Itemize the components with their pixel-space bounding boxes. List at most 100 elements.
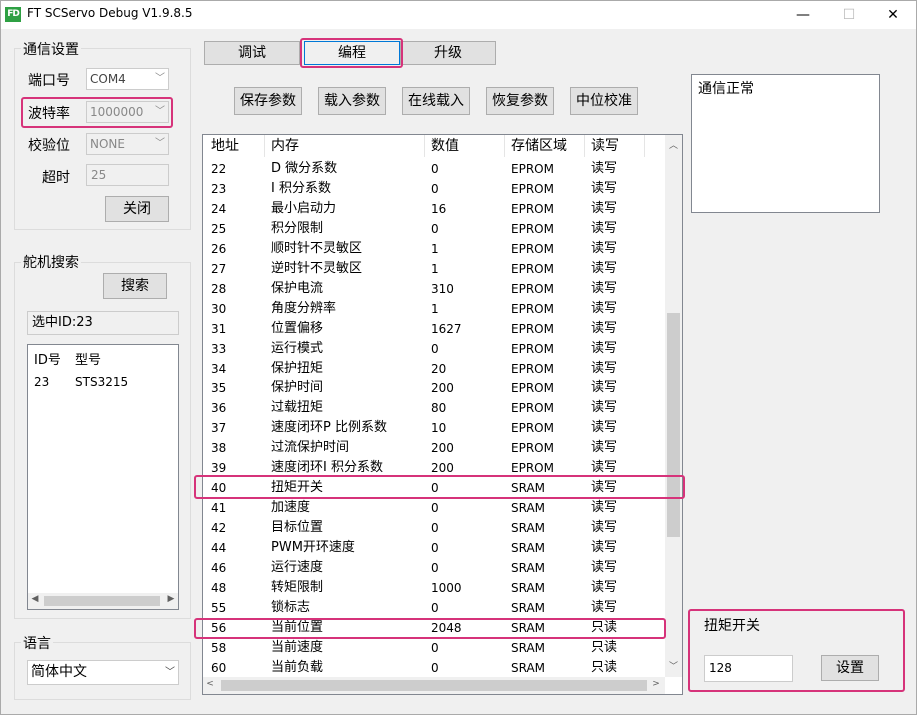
- servo-list-hscrollbar[interactable]: ◀ ▶: [28, 593, 178, 609]
- port-select[interactable]: COM4 ﹀: [86, 68, 169, 90]
- tab-upgrade[interactable]: 升级: [400, 41, 496, 65]
- table-row[interactable]: 46 运行速度 0 SRAM 读写: [203, 558, 666, 578]
- table-body: 22 D 微分系数 0 EPROM 读写 23 I 积分系数 0 EPROM 读写 24 最小启动力 1…: [203, 159, 666, 679]
- list-item-model[interactable]: STS3215: [75, 375, 128, 389]
- timeout-input[interactable]: 25: [86, 164, 169, 186]
- table-row[interactable]: 25 积分限制 0 EPROM 读写: [203, 219, 666, 239]
- table-row[interactable]: 28 保护电流 310 EPROM 读写: [203, 279, 666, 299]
- cell-value: 310: [431, 281, 454, 296]
- scroll-left-icon[interactable]: <: [203, 679, 217, 689]
- list-item-id[interactable]: 23: [34, 375, 49, 389]
- cell-rw: 读写: [591, 260, 618, 276]
- save-params-button[interactable]: 保存参数: [234, 87, 302, 115]
- parity-select[interactable]: NONE ﹀: [86, 133, 169, 155]
- table-row[interactable]: 35 保护时间 200 EPROM 读写: [203, 378, 666, 398]
- header-area[interactable]: 存储区域: [511, 135, 567, 157]
- table-vscrollbar[interactable]: ︿ ﹀: [665, 135, 682, 677]
- table-row[interactable]: 34 保护扭矩 20 EPROM 读写: [203, 359, 666, 379]
- servo-search-label: 舵机搜索: [21, 252, 81, 272]
- table-row[interactable]: 60 当前负载 0 SRAM 只读: [203, 658, 666, 678]
- parity-label: 校验位: [28, 138, 70, 154]
- header-addr[interactable]: 地址: [211, 135, 239, 157]
- language-value: 简体中文: [31, 664, 87, 680]
- scroll-thumb[interactable]: [221, 680, 647, 691]
- table-row[interactable]: 48 转矩限制 1000 SRAM 读写: [203, 578, 666, 598]
- cell-value: 0: [431, 600, 439, 615]
- scroll-right-icon[interactable]: ▶: [164, 594, 178, 604]
- cell-mem: 过载扭矩: [271, 400, 324, 416]
- table-row[interactable]: 38 过流保护时间 200 EPROM 读写: [203, 438, 666, 458]
- status-text: 通信正常: [698, 81, 754, 97]
- scroll-thumb[interactable]: [667, 313, 680, 537]
- chevron-down-icon: ﹀: [155, 73, 165, 84]
- cell-addr: 35: [211, 381, 227, 396]
- online-load-button[interactable]: 在线载入: [402, 87, 470, 115]
- scroll-right-icon[interactable]: >: [649, 679, 663, 689]
- cell-value: 0: [431, 541, 439, 556]
- cell-value: 0: [431, 181, 439, 196]
- table-row[interactable]: 22 D 微分系数 0 EPROM 读写: [203, 159, 666, 179]
- memory-table[interactable]: 地址 内存 数值 存储区域 读写 22 D 微分系数 0 EPROM 读写 23 I 积分系…: [202, 134, 683, 695]
- cell-area: SRAM: [511, 600, 546, 615]
- cell-rw: 只读: [591, 639, 618, 655]
- table-row[interactable]: 37 速度闭环P 比例系数 10 EPROM 读写: [203, 418, 666, 438]
- timeout-label: 超时: [42, 170, 70, 186]
- maximize-button[interactable]: ☐: [826, 1, 872, 29]
- table-row[interactable]: 41 加速度 0 SRAM 读写: [203, 498, 666, 518]
- cell-addr: 33: [211, 341, 227, 356]
- header-rw[interactable]: 读写: [591, 135, 619, 157]
- cell-mem: 保护电流: [271, 280, 324, 296]
- tab-debug[interactable]: 调试: [204, 41, 300, 65]
- cell-addr: 34: [211, 361, 227, 376]
- header-value[interactable]: 数值: [431, 135, 459, 157]
- column-divider: [584, 135, 585, 157]
- cell-rw: 只读: [591, 659, 618, 675]
- language-select[interactable]: 简体中文 ﹀: [27, 660, 179, 685]
- scroll-left-icon[interactable]: ◀: [28, 594, 42, 604]
- table-row[interactable]: 27 逆时针不灵敏区 1 EPROM 读写: [203, 259, 666, 279]
- torque-set-button[interactable]: 设置: [821, 655, 879, 681]
- cell-value: 0: [431, 162, 439, 176]
- table-row[interactable]: 24 最小启动力 16 EPROM 读写: [203, 199, 666, 219]
- search-button[interactable]: 搜索: [103, 273, 167, 299]
- cell-value: 1627: [431, 321, 462, 336]
- cell-rw: 读写: [591, 320, 618, 336]
- cell-rw: 读写: [591, 360, 618, 376]
- restore-params-button[interactable]: 恢复参数: [486, 87, 554, 115]
- table-row[interactable]: 33 运行模式 0 EPROM 读写: [203, 339, 666, 359]
- scroll-up-icon[interactable]: ︿: [665, 138, 682, 151]
- load-params-button[interactable]: 载入参数: [318, 87, 386, 115]
- scroll-thumb[interactable]: [44, 596, 160, 606]
- cell-value: 0: [431, 521, 439, 536]
- table-row[interactable]: 44 PWM开环速度 0 SRAM 读写: [203, 538, 666, 558]
- col-id-header: ID号: [34, 353, 61, 368]
- table-hscrollbar[interactable]: < >: [203, 677, 665, 694]
- close-window-button[interactable]: ✕: [870, 1, 916, 29]
- table-row[interactable]: 58 当前速度 0 SRAM 只读: [203, 638, 666, 658]
- table-row[interactable]: 30 角度分辨率 1 EPROM 读写: [203, 299, 666, 319]
- tab-program-highlight: [300, 38, 403, 68]
- cell-rw: 读写: [591, 440, 618, 456]
- cell-rw: 读写: [591, 500, 618, 516]
- window-title: FT SCServo Debug V1.9.8.5: [27, 6, 193, 20]
- table-row[interactable]: 36 过载扭矩 80 EPROM 读写: [203, 398, 666, 418]
- torque-value-input[interactable]: 128: [704, 655, 793, 682]
- scroll-down-icon[interactable]: ﹀: [665, 659, 682, 672]
- table-row[interactable]: 55 锁标志 0 SRAM 读写: [203, 598, 666, 618]
- servo-list[interactable]: ID号 型号 23 STS3215 ◀ ▶: [27, 344, 179, 610]
- header-mem[interactable]: 内存: [271, 135, 299, 157]
- table-row[interactable]: 42 目标位置 0 SRAM 读写: [203, 518, 666, 538]
- table-row[interactable]: 26 顺时针不灵敏区 1 EPROM 读写: [203, 239, 666, 259]
- column-divider: [264, 135, 265, 157]
- center-calibrate-button[interactable]: 中位校准: [570, 87, 638, 115]
- cell-value: 0: [431, 660, 439, 675]
- cell-addr: 48: [211, 580, 227, 595]
- close-port-button[interactable]: 关闭: [105, 196, 169, 222]
- cell-addr: 26: [211, 241, 227, 256]
- cell-addr: 25: [211, 221, 227, 236]
- app-window: FD FT SCServo Debug V1.9.8.5 — ☐ ✕ 通信设置 …: [0, 0, 917, 715]
- table-row[interactable]: 23 I 积分系数 0 EPROM 读写: [203, 179, 666, 199]
- table-row[interactable]: 31 位置偏移 1627 EPROM 读写: [203, 319, 666, 339]
- minimize-button[interactable]: —: [780, 1, 826, 29]
- chevron-down-icon: ﹀: [165, 667, 175, 678]
